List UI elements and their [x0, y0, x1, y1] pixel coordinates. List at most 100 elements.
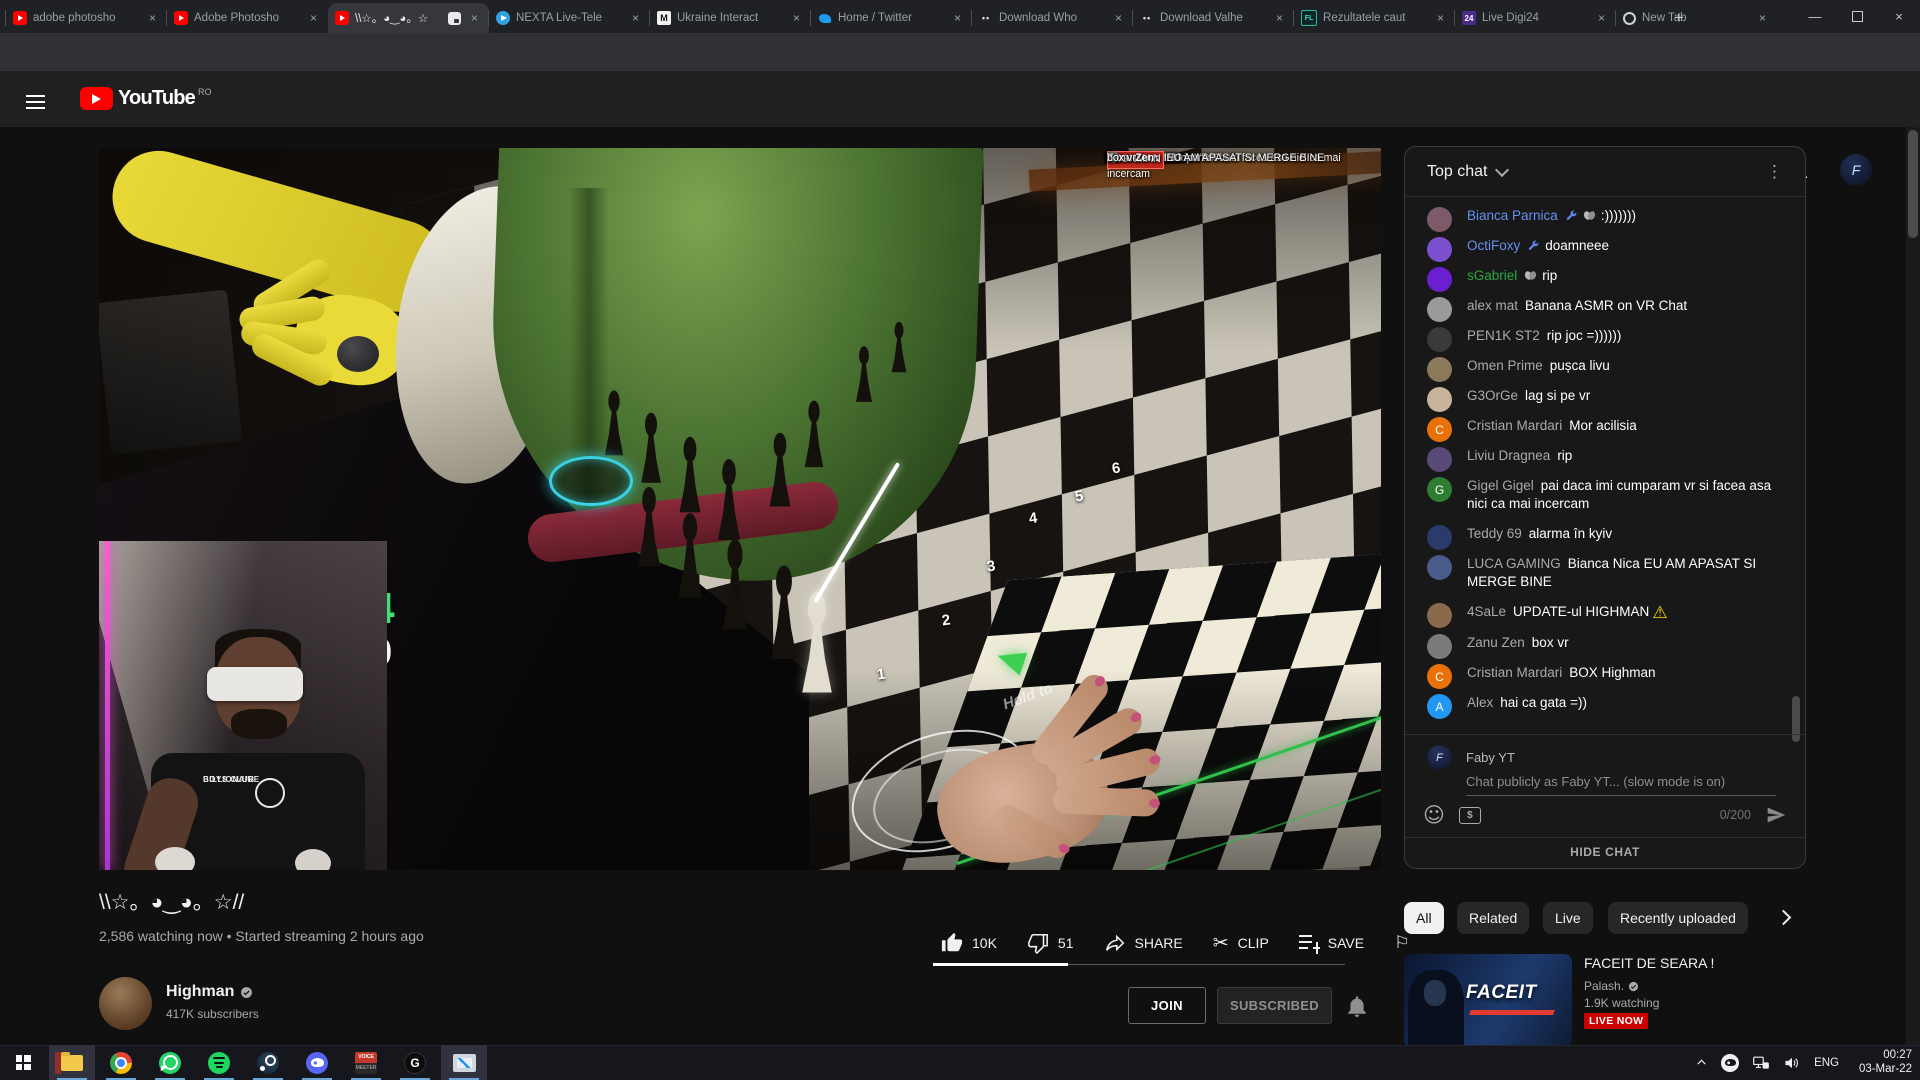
- chat-menu-icon[interactable]: ⋮: [1766, 162, 1783, 182]
- browser-tab[interactable]: Ukraine Interact ×: [650, 3, 811, 33]
- chat-input[interactable]: Chat publicly as Faby YT... (slow mode i…: [1466, 774, 1776, 796]
- tab-close-icon[interactable]: ×: [1433, 11, 1448, 26]
- new-tab-button[interactable]: +: [1668, 7, 1690, 29]
- window-maximize-button[interactable]: [1836, 0, 1878, 32]
- browser-tab[interactable]: Adobe Photosho ×: [167, 3, 328, 33]
- tab-close-icon[interactable]: ×: [628, 11, 643, 26]
- chevron-down-icon[interactable]: [1495, 162, 1509, 176]
- tab-close-icon[interactable]: ×: [467, 11, 482, 26]
- taskbar-logitech-ghub[interactable]: G: [392, 1045, 438, 1080]
- chat-author: OctiFoxy: [1467, 238, 1520, 253]
- notification-bell-icon[interactable]: [1346, 994, 1368, 1018]
- chat-author: alex mat: [1467, 298, 1518, 313]
- taskbar-spotify[interactable]: [196, 1045, 242, 1080]
- taskbar-steam[interactable]: [245, 1045, 291, 1080]
- taskbar-file-explorer[interactable]: [49, 1045, 95, 1080]
- tab-close-icon[interactable]: ×: [789, 11, 804, 26]
- superchat-dollar-icon[interactable]: $: [1459, 807, 1481, 824]
- browser-tab[interactable]: adobe photosho ×: [6, 3, 167, 33]
- tab-close-icon[interactable]: ×: [1111, 11, 1126, 26]
- avatar: A: [1427, 694, 1452, 719]
- start-button[interactable]: [0, 1045, 46, 1080]
- media-playing-icon[interactable]: [448, 12, 461, 25]
- chat-message[interactable]: PEN1K ST2rip joc =)))))): [1405, 321, 1805, 351]
- tab-close-icon[interactable]: ×: [1594, 11, 1609, 26]
- tab-close-icon[interactable]: ×: [1755, 11, 1770, 26]
- send-icon[interactable]: [1765, 805, 1787, 825]
- avatar: [1427, 327, 1452, 352]
- taskbar-chrome[interactable]: [98, 1045, 144, 1080]
- chat-message[interactable]: Liviu Dragnearip: [1405, 441, 1805, 471]
- page-scrollbar-thumb[interactable]: [1908, 130, 1918, 238]
- recommended-thumbnail[interactable]: FACEIT: [1404, 954, 1572, 1048]
- hide-chat-button[interactable]: HIDE CHAT: [1405, 845, 1805, 859]
- chat-message[interactable]: OctiFoxydoamneee: [1405, 231, 1805, 261]
- browser-tab[interactable]: Live Digi24 ×: [1455, 3, 1616, 33]
- account-avatar[interactable]: F: [1840, 154, 1872, 186]
- browser-tab[interactable]: Download Who ×: [972, 3, 1133, 33]
- clip-button[interactable]: ✂ CLIP: [1213, 932, 1269, 954]
- chip-live[interactable]: Live: [1543, 902, 1593, 934]
- tray-speaker-icon[interactable]: [1783, 1055, 1801, 1071]
- tab-close-icon[interactable]: ×: [1272, 11, 1287, 26]
- chat-message[interactable]: Omen Primepușca livu: [1405, 351, 1805, 381]
- chat-message[interactable]: Zanu Zenbox vr: [1405, 628, 1805, 658]
- emoji-icon[interactable]: ☺: [1423, 803, 1445, 827]
- dislike-button[interactable]: 51: [1027, 932, 1074, 954]
- join-button[interactable]: JOIN: [1128, 987, 1206, 1024]
- chips-scroll-chevron-icon[interactable]: [1776, 910, 1792, 926]
- save-button[interactable]: SAVE: [1299, 934, 1364, 952]
- chip-all[interactable]: All: [1404, 902, 1444, 934]
- chip-recently-uploaded[interactable]: Recently uploaded: [1608, 902, 1748, 934]
- chat-scrollbar-thumb[interactable]: [1792, 696, 1800, 742]
- tray-clock[interactable]: 00:27 03-Mar-22: [1852, 1049, 1912, 1076]
- page-scrollbar-track[interactable]: [1906, 127, 1920, 1045]
- chat-mode-selector[interactable]: Top chat: [1427, 163, 1487, 181]
- chat-message[interactable]: Teddy 69alarma în kyiv: [1405, 519, 1805, 549]
- tab-close-icon[interactable]: ×: [950, 11, 965, 26]
- subscribed-button[interactable]: SUBSCRIBED: [1217, 987, 1332, 1024]
- chat-message[interactable]: G3OrGelag si pe vr: [1405, 381, 1805, 411]
- tray-network-icon[interactable]: [1752, 1055, 1770, 1071]
- chip-related[interactable]: Related: [1457, 902, 1529, 934]
- tab-close-icon[interactable]: ×: [306, 11, 321, 26]
- video-player[interactable]: Hold to 1 2 3 4 5 6 10 744 2 589 c €93 d…: [99, 148, 1381, 870]
- browser-tab[interactable]: \\☆。◕‿◕。☆ ×: [328, 3, 489, 33]
- taskbar-discord[interactable]: [294, 1045, 340, 1080]
- like-button[interactable]: 10K: [941, 932, 997, 954]
- window-minimize-button[interactable]: —: [1794, 0, 1836, 32]
- chat-message[interactable]: Bianca Parnica:))))))): [1405, 201, 1805, 231]
- browser-tab[interactable]: Home / Twitter ×: [811, 3, 972, 33]
- tray-language[interactable]: ENG: [1814, 1057, 1839, 1069]
- channel-name[interactable]: Highman: [166, 983, 253, 1001]
- chat-message[interactable]: C Cristian MardariMor acilisia: [1405, 411, 1805, 441]
- browser-tab[interactable]: Rezultatele caut ×: [1294, 3, 1455, 33]
- black-chess-piece: [631, 484, 667, 572]
- chat-message[interactable]: 4SaLeUPDATE-ul HIGHMAN⚠: [1405, 597, 1805, 628]
- avatar: [1427, 603, 1452, 628]
- chat-message[interactable]: alex matBanana ASMR on VR Chat: [1405, 291, 1805, 321]
- tab-close-icon[interactable]: ×: [145, 11, 160, 26]
- tray-chevron-up-icon[interactable]: [1695, 1056, 1708, 1069]
- browser-tab[interactable]: NEXTA Live-Tele ×: [489, 3, 650, 33]
- chat-message[interactable]: sGabrielrip: [1405, 261, 1805, 291]
- recommended-channel[interactable]: Palash.: [1584, 979, 1639, 993]
- guide-menu-icon[interactable]: [26, 91, 45, 113]
- channel-avatar[interactable]: [99, 977, 152, 1030]
- chat-message[interactable]: C Cristian MardariBOX Highman: [1405, 658, 1805, 688]
- browser-tab[interactable]: New Tab ×: [1616, 3, 1777, 33]
- browser-tab[interactable]: Download Valhe ×: [1133, 3, 1294, 33]
- share-button[interactable]: SHARE: [1104, 932, 1183, 954]
- taskbar-whatsapp[interactable]: [147, 1045, 193, 1080]
- window-close-button[interactable]: ×: [1878, 0, 1920, 32]
- chat-message[interactable]: LUCA GAMINGBianca Nica EU AM APASAT SI M…: [1405, 549, 1805, 597]
- recommended-title[interactable]: FACEIT DE SEARA !: [1584, 955, 1804, 971]
- youtube-logo[interactable]: YouTube RO: [80, 87, 213, 110]
- black-chess-piece: [711, 456, 747, 546]
- taskbar-voicemeeter[interactable]: VOICEMEETER: [343, 1045, 389, 1080]
- chat-message[interactable]: A Alexhai ca gata =)): [1405, 688, 1805, 718]
- taskbar-monitor-tool[interactable]: [441, 1045, 487, 1080]
- report-flag-button[interactable]: ⚐: [1394, 933, 1409, 953]
- tray-discord-icon[interactable]: [1721, 1054, 1739, 1072]
- chat-message[interactable]: G Gigel Gigelpai daca imi cumparam vr si…: [1405, 471, 1805, 519]
